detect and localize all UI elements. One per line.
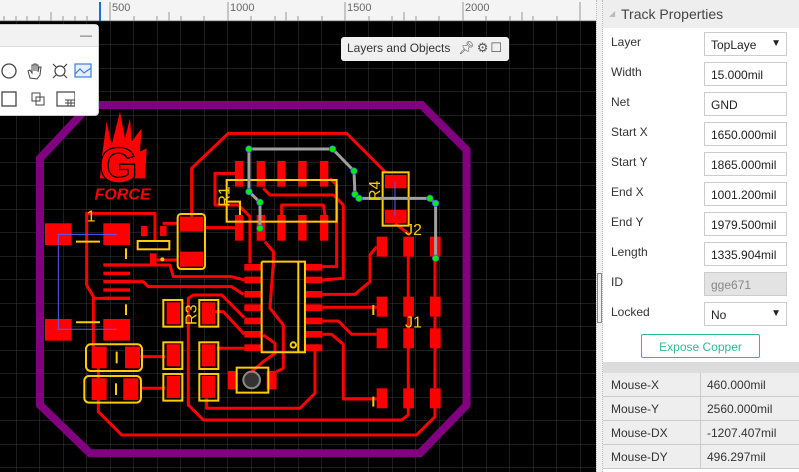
length-input[interactable]: 1335.904mil [704, 242, 787, 266]
property-end-y: End Y 1979.500mil [603, 212, 799, 242]
property-locked: Locked No ▼ [603, 302, 799, 332]
svg-text:R3: R3 [184, 304, 201, 325]
ruler-label: 1500 [347, 2, 372, 14]
hand-tool-icon[interactable] [24, 61, 44, 81]
start-y-input[interactable]: 1865.000mil [704, 152, 787, 176]
ruler-label: 1000 [230, 2, 255, 14]
svg-text:R4: R4 [367, 180, 384, 201]
end-x-input[interactable]: 1001.200mil [704, 182, 787, 206]
locked-select[interactable]: No ▼ [704, 302, 787, 326]
id-input: gge671 [704, 272, 787, 296]
dropdown-arrow-icon: ▼ [771, 308, 781, 319]
property-end-x: End X 1001.200mil [603, 182, 799, 212]
property-net: Net GND [603, 92, 799, 122]
width-input[interactable]: 15.000mil [704, 62, 787, 86]
property-width: Width 15.000mil [603, 62, 799, 92]
property-start-y: Start Y 1865.000mil [603, 152, 799, 182]
pcb-canvas[interactable]: G FORCE R1 R3 R4 J2 J1 1 500 1000 1500 2… [0, 0, 596, 472]
panel-header[interactable]: ◢ Track Properties [603, 0, 799, 28]
property-layer: Layer TopLaye ▼ [603, 32, 799, 62]
net-input[interactable]: GND [704, 92, 787, 116]
svg-text:FORCE: FORCE [95, 186, 152, 203]
gear-icon[interactable]: ⚙ [477, 40, 491, 55]
collapse-triangle-icon[interactable]: ◢ [609, 9, 615, 18]
toolbox-header[interactable]: — [0, 25, 98, 47]
layer-select[interactable]: TopLaye ▼ [704, 32, 787, 56]
button-circle [242, 370, 261, 390]
property-id: ID gge671 [603, 272, 799, 302]
svg-text:G: G [99, 137, 138, 193]
minimize-button[interactable]: — [80, 28, 92, 42]
svg-text:R1: R1 [216, 186, 233, 207]
svg-text:1: 1 [87, 209, 96, 226]
circle-tool-icon[interactable] [0, 61, 20, 81]
mouse-y-row: Mouse-Y 2560.000mil [603, 397, 799, 421]
expose-copper-button[interactable]: Expose Copper [641, 334, 760, 358]
horizontal-ruler: 500 1000 1500 2000 [0, 0, 596, 21]
start-x-input[interactable]: 1650.000mil [704, 122, 787, 146]
property-start-x: Start X 1650.000mil [603, 122, 799, 152]
maximize-icon[interactable]: ☐ [490, 40, 504, 55]
layers-panel-title: Layers and Objects [347, 41, 451, 55]
rectangle-tool-icon[interactable] [0, 89, 20, 109]
property-length: Length 1335.904mil [603, 242, 799, 272]
section-divider [603, 362, 799, 373]
svg-text:J2: J2 [405, 222, 422, 239]
group-tool-icon[interactable] [28, 89, 48, 109]
end-y-input[interactable]: 1979.500mil [704, 212, 787, 236]
crosshair-tool-icon[interactable] [50, 61, 70, 81]
ruler-label: 500 [112, 2, 131, 14]
dropdown-arrow-icon: ▼ [771, 38, 781, 49]
mouse-dy-row: Mouse-DY 496.297mil [603, 445, 799, 469]
toolbox-panel: — [0, 24, 99, 116]
panel-splitter[interactable] [596, 0, 603, 472]
image-tool-icon[interactable] [73, 61, 93, 81]
layers-and-objects-panel[interactable]: Layers and Objects 📌︎⚙☐ [341, 37, 509, 61]
mouse-dx-row: Mouse-DX -1207.407mil [603, 421, 799, 445]
ruler-label: 2000 [465, 2, 490, 14]
panel-title: Track Properties [621, 6, 724, 22]
table-tool-icon[interactable] [55, 89, 75, 109]
mouse-x-row: Mouse-X 460.000mil [603, 373, 799, 397]
pin-icon[interactable]: 📌︎ [458, 40, 477, 55]
svg-text:J1: J1 [405, 315, 422, 332]
collapse-handle[interactable] [597, 273, 602, 323]
track-properties-panel: ◢ Track Properties Layer TopLaye ▼ Width 15.… [603, 0, 799, 472]
